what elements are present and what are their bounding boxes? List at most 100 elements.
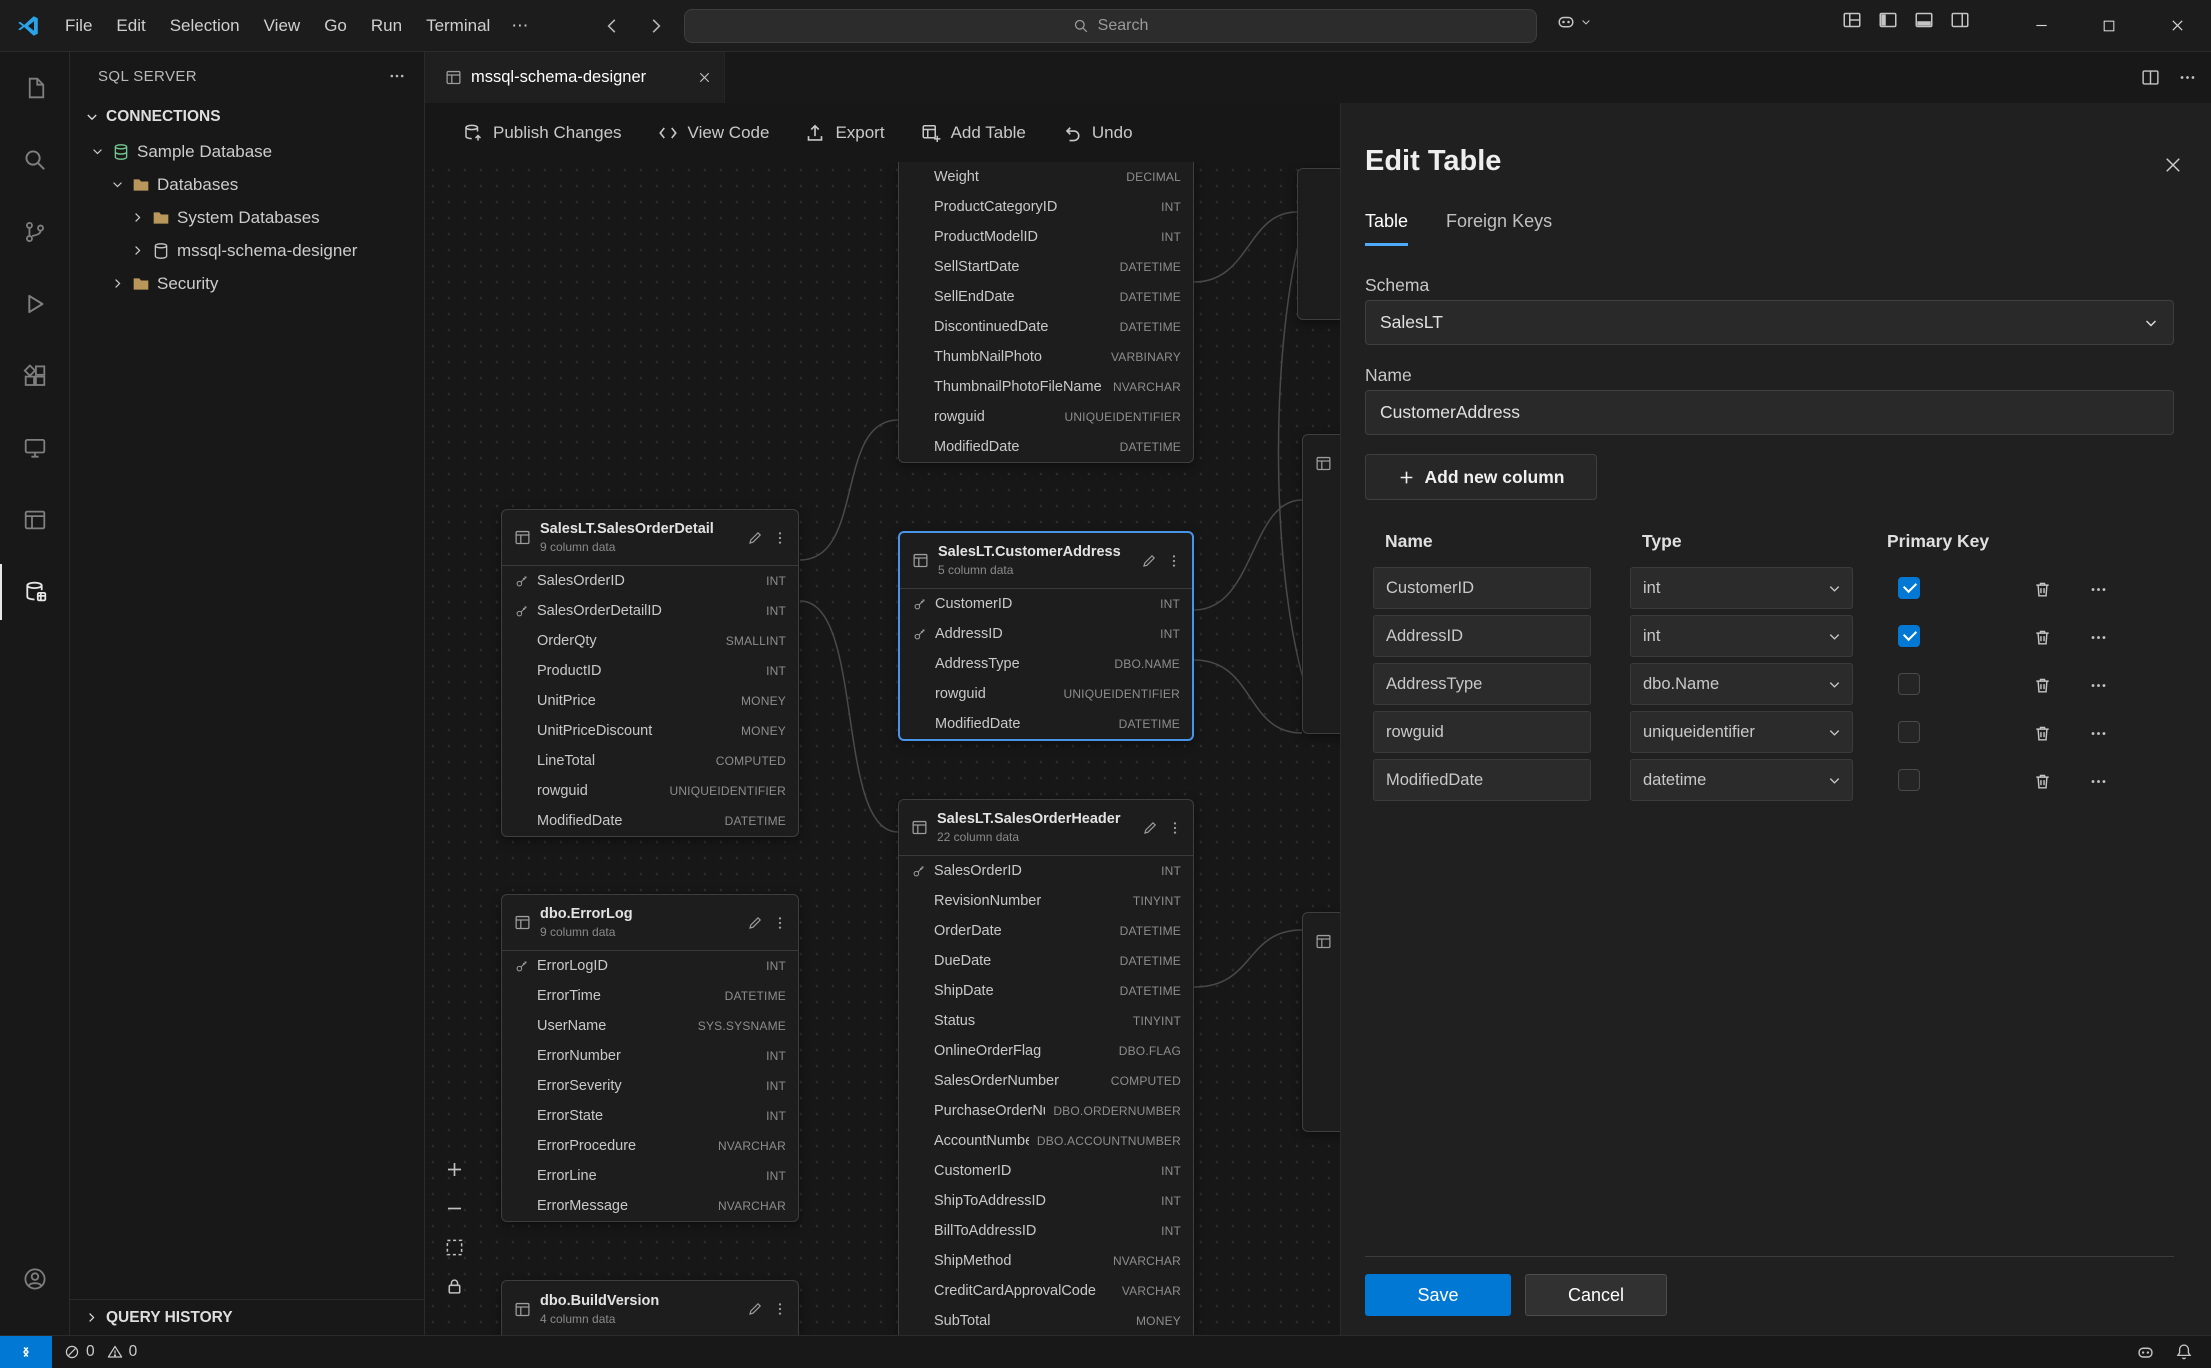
- table-column-row[interactable]: DueDate DATETIME: [899, 946, 1193, 976]
- copilot-status-icon[interactable]: [2136, 1343, 2155, 1362]
- table-column-row[interactable]: ProductModelID INT: [899, 222, 1193, 252]
- delete-column-icon[interactable]: [2029, 768, 2055, 794]
- command-center-search[interactable]: Search: [684, 9, 1537, 43]
- table-node-customeraddress[interactable]: SalesLT.CustomerAddress 5 column data Cu…: [898, 531, 1194, 741]
- tab-table[interactable]: Table: [1365, 211, 1408, 246]
- table-column-row[interactable]: ModifiedDate DATETIME: [899, 432, 1193, 462]
- problems-warnings[interactable]: 0: [107, 1343, 138, 1361]
- edit-table-icon[interactable]: [747, 1301, 763, 1317]
- delete-column-icon[interactable]: [2029, 720, 2055, 746]
- problems-errors[interactable]: 0: [64, 1343, 95, 1361]
- account-icon[interactable]: [0, 1251, 70, 1307]
- tree-item-sample-database[interactable]: Sample Database: [70, 135, 424, 168]
- table-column-row[interactable]: SellEndDate DATETIME: [899, 282, 1193, 312]
- explorer-icon[interactable]: [0, 60, 70, 116]
- table-column-row[interactable]: ThumbnailPhotoFileName NVARCHAR: [899, 372, 1193, 402]
- tree-item-databases[interactable]: Databases: [70, 168, 424, 201]
- table-column-row[interactable]: ShipDate DATETIME: [899, 976, 1193, 1006]
- query-history-section[interactable]: QUERY HISTORY: [70, 1299, 425, 1335]
- sql-projects-icon[interactable]: [0, 492, 70, 548]
- nav-back-icon[interactable]: [596, 11, 628, 41]
- column-name-input[interactable]: rowguid: [1373, 711, 1591, 753]
- extensions-icon[interactable]: [0, 348, 70, 404]
- table-column-row[interactable]: Weight DECIMAL: [899, 162, 1193, 192]
- table-column-row[interactable]: SalesOrderNumber COMPUTED: [899, 1066, 1193, 1096]
- table-column-row[interactable]: Status TINYINT: [899, 1006, 1193, 1036]
- table-header[interactable]: dbo.ErrorLog 9 column data: [502, 895, 798, 951]
- table-column-row[interactable]: AddressID INT: [900, 619, 1192, 649]
- column-name-input[interactable]: CustomerID: [1373, 567, 1591, 609]
- tab-close-icon[interactable]: [697, 70, 712, 85]
- table-menu-icon[interactable]: [772, 530, 788, 546]
- table-header[interactable]: dbo.BuildVersion 4 column data: [502, 1281, 798, 1335]
- table-column-row[interactable]: DiscontinuedDate DATETIME: [899, 312, 1193, 342]
- table-menu-icon[interactable]: [1166, 553, 1182, 569]
- tab-mssql-schema-designer[interactable]: mssql-schema-designer: [425, 52, 725, 103]
- menu-run[interactable]: Run: [360, 10, 413, 42]
- add-new-column-button[interactable]: Add new column: [1365, 454, 1597, 500]
- copilot-menu[interactable]: [1556, 12, 1592, 32]
- delete-column-icon[interactable]: [2029, 672, 2055, 698]
- table-column-row[interactable]: OrderQty SMALLINT: [502, 626, 798, 656]
- table-column-row[interactable]: ShipMethod NVARCHAR: [899, 1246, 1193, 1276]
- column-type-select[interactable]: int: [1630, 615, 1853, 657]
- source-control-icon[interactable]: [0, 204, 70, 260]
- table-node-errorlog[interactable]: dbo.ErrorLog 9 column data ErrorLogID IN…: [501, 894, 799, 1222]
- table-menu-icon[interactable]: [772, 915, 788, 931]
- remote-explorer-icon[interactable]: [0, 420, 70, 476]
- edit-table-icon[interactable]: [1142, 820, 1158, 836]
- table-column-row[interactable]: ErrorLogID INT: [502, 951, 798, 981]
- table-column-row[interactable]: ErrorNumber INT: [502, 1041, 798, 1071]
- table-column-row[interactable]: LineTotal COMPUTED: [502, 746, 798, 776]
- table-column-row[interactable]: ProductCategoryID INT: [899, 192, 1193, 222]
- editor-more-icon[interactable]: [2178, 68, 2197, 87]
- menu-terminal[interactable]: Terminal: [415, 10, 501, 42]
- delete-column-icon[interactable]: [2029, 624, 2055, 650]
- primary-key-checkbox[interactable]: [1898, 577, 1920, 599]
- tree-item-system-databases[interactable]: System Databases: [70, 201, 424, 234]
- view-code-button[interactable]: View Code: [658, 123, 770, 143]
- primary-key-checkbox[interactable]: [1898, 721, 1920, 743]
- toggle-primary-sidebar-icon[interactable]: [1878, 10, 1898, 30]
- table-node-product[interactable]: Weight DECIMAL ProductCategoryID INT Pro: [898, 162, 1194, 463]
- search-view-icon[interactable]: [0, 132, 70, 188]
- table-header[interactable]: SalesLT.SalesOrderHeader 22 column data: [899, 800, 1193, 856]
- table-node-salesorderheader[interactable]: SalesLT.SalesOrderHeader 22 column data …: [898, 799, 1194, 1335]
- primary-key-checkbox[interactable]: [1898, 625, 1920, 647]
- table-column-row[interactable]: UnitPriceDiscount MONEY: [502, 716, 798, 746]
- customize-layout-icon[interactable]: [1842, 10, 1862, 30]
- toggle-panel-icon[interactable]: [1914, 10, 1934, 30]
- column-more-icon[interactable]: [2085, 768, 2111, 794]
- column-more-icon[interactable]: [2085, 624, 2111, 650]
- menu-go[interactable]: Go: [313, 10, 358, 42]
- table-column-row[interactable]: RevisionNumber TINYINT: [899, 886, 1193, 916]
- delete-column-icon[interactable]: [2029, 576, 2055, 602]
- table-column-row[interactable]: ErrorState INT: [502, 1101, 798, 1131]
- table-header[interactable]: SalesLT.CustomerAddress 5 column data: [900, 533, 1192, 589]
- table-column-row[interactable]: rowguid UNIQUEIDENTIFIER: [900, 679, 1192, 709]
- close-window-button[interactable]: [2143, 0, 2211, 51]
- table-column-row[interactable]: ErrorTime DATETIME: [502, 981, 798, 1011]
- table-column-row[interactable]: ModifiedDate DATETIME: [900, 709, 1192, 739]
- column-type-select[interactable]: int: [1630, 567, 1853, 609]
- table-column-row[interactable]: ThumbNailPhoto VARBINARY: [899, 342, 1193, 372]
- table-column-row[interactable]: ErrorProcedure NVARCHAR: [502, 1131, 798, 1161]
- table-column-row[interactable]: SalesOrderDetailID INT: [502, 596, 798, 626]
- table-column-row[interactable]: SalesOrderID INT: [502, 566, 798, 596]
- nav-forward-icon[interactable]: [640, 11, 672, 41]
- table-column-row[interactable]: ErrorSeverity INT: [502, 1071, 798, 1101]
- table-column-row[interactable]: CustomerID INT: [899, 1156, 1193, 1186]
- edit-table-icon[interactable]: [747, 530, 763, 546]
- schema-designer-view-icon[interactable]: [0, 564, 70, 620]
- column-name-input[interactable]: AddressType: [1373, 663, 1591, 705]
- table-column-row[interactable]: PurchaseOrderNumber DBO.ORDERNUMBER: [899, 1096, 1193, 1126]
- add-table-button[interactable]: Add Table: [921, 123, 1026, 143]
- notifications-bell-icon[interactable]: [2175, 1343, 2193, 1361]
- table-column-row[interactable]: UnitPrice MONEY: [502, 686, 798, 716]
- lock-icon[interactable]: [439, 1271, 469, 1301]
- table-menu-icon[interactable]: [1167, 820, 1183, 836]
- cancel-button[interactable]: Cancel: [1525, 1274, 1667, 1316]
- table-column-row[interactable]: SubTotal MONEY: [899, 1306, 1193, 1335]
- table-column-row[interactable]: UserName SYS.SYSNAME: [502, 1011, 798, 1041]
- menu-file[interactable]: File: [54, 10, 103, 42]
